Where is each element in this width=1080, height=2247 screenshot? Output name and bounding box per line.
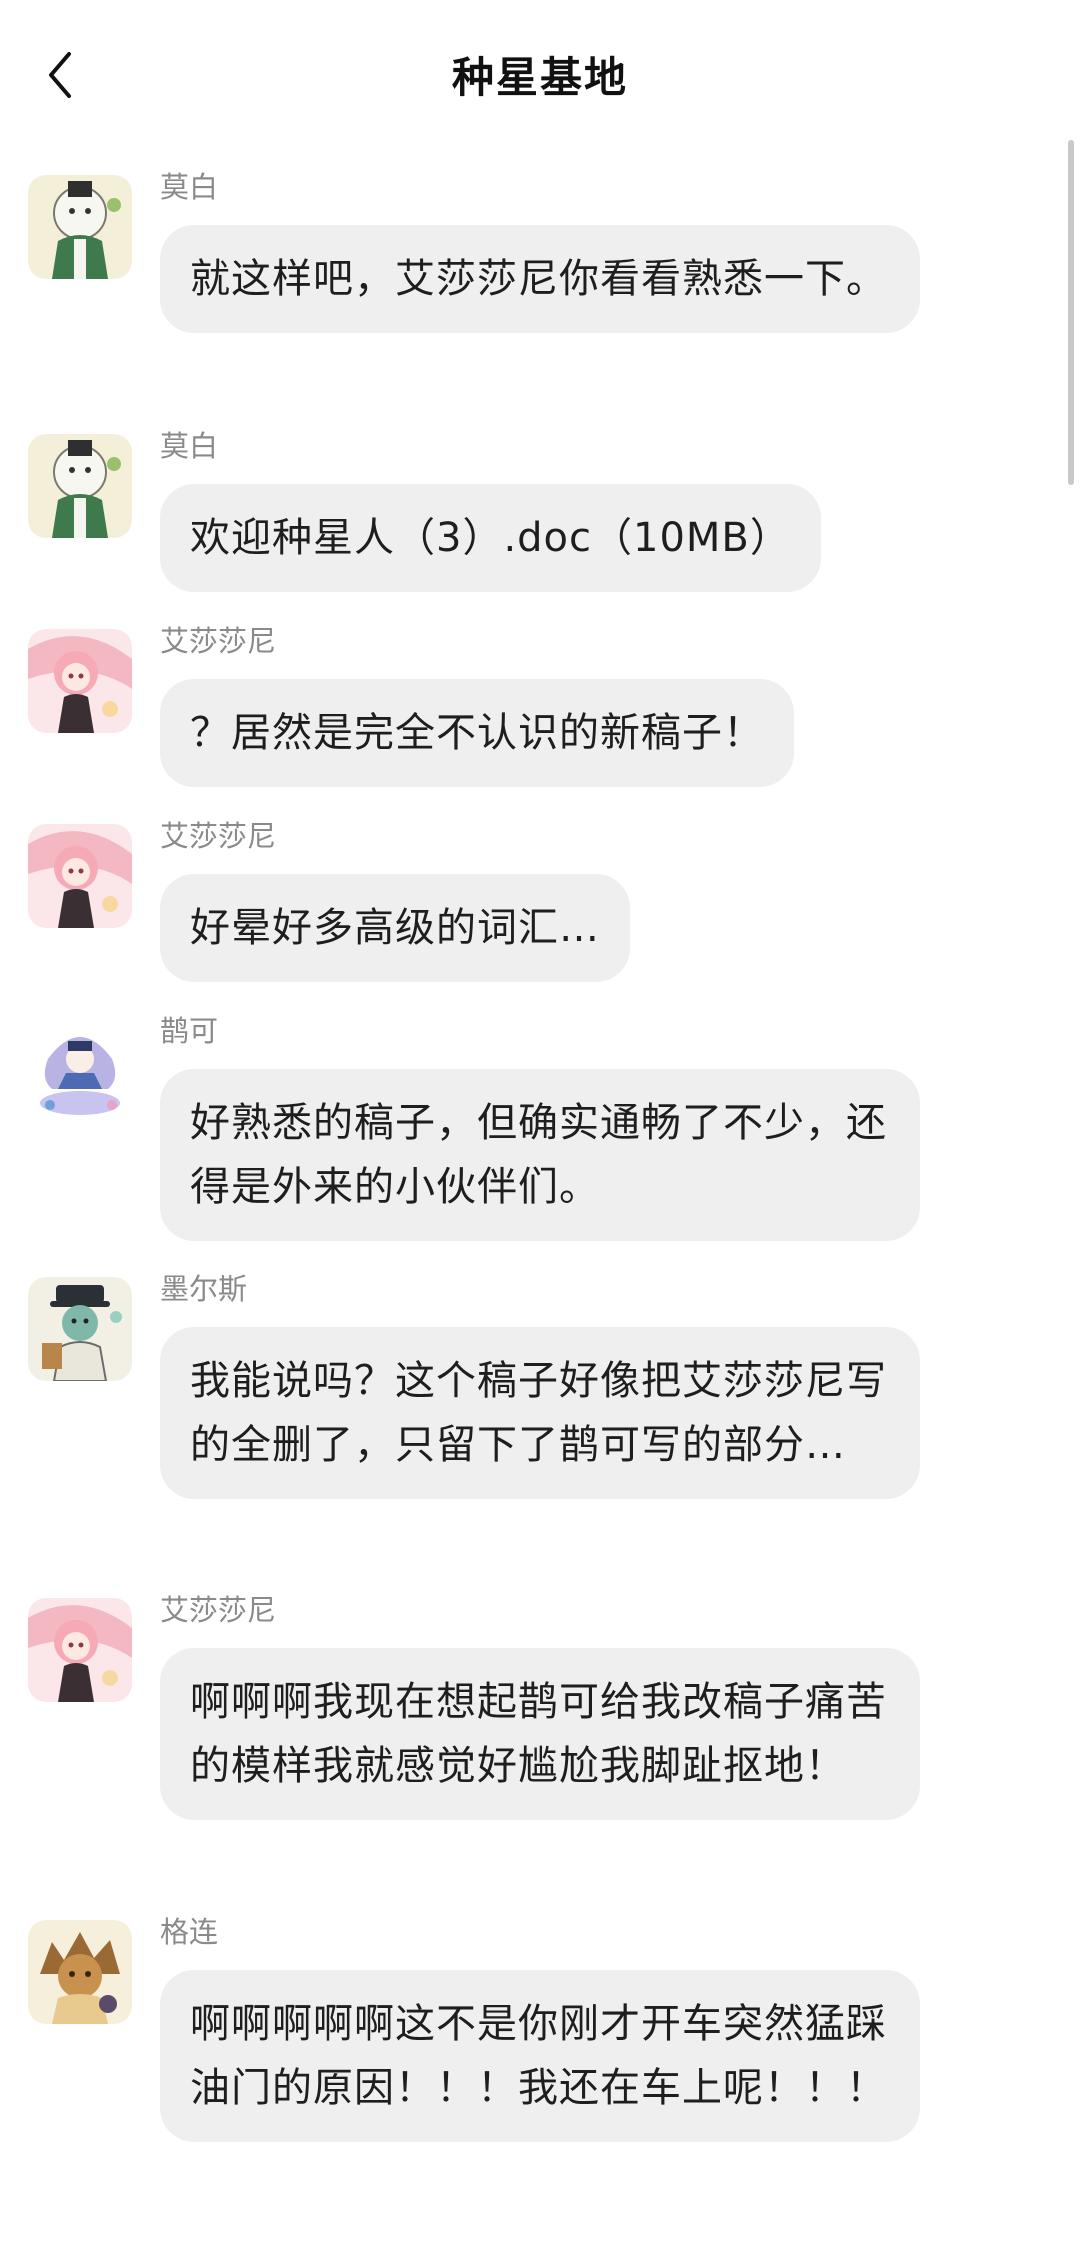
- sender-name: 艾莎莎尼: [160, 624, 277, 658]
- avatar[interactable]: [28, 1277, 132, 1381]
- queke-avatar-icon: [28, 1019, 132, 1123]
- avatar[interactable]: [28, 1019, 132, 1123]
- sender-name: 鹊可: [160, 1014, 219, 1048]
- avatar[interactable]: [28, 434, 132, 538]
- sender-name: 格连: [160, 1915, 219, 1949]
- avatar[interactable]: [28, 1598, 132, 1702]
- message-bubble[interactable]: 好晕好多高级的词汇…: [160, 874, 630, 982]
- sender-name: 莫白: [160, 429, 219, 463]
- sender-name: 艾莎莎尼: [160, 819, 277, 853]
- gelian-avatar-icon: [28, 1920, 132, 2024]
- file-message-bubble[interactable]: 欢迎种星人（3）.doc（10MB）: [160, 484, 821, 592]
- moersi-avatar-icon: [28, 1277, 132, 1381]
- sender-name: 艾莎莎尼: [160, 1593, 277, 1627]
- message-bubble[interactable]: 我能说吗？这个稿子好像把艾莎莎尼写的全删了，只留下了鹊可写的部分…: [160, 1327, 920, 1499]
- avatar[interactable]: [28, 1920, 132, 2024]
- message-bubble[interactable]: 啊啊啊我现在想起鹊可给我改稿子痛苦的模样我就感觉好尴尬我脚趾抠地！: [160, 1648, 920, 1820]
- avatar[interactable]: [28, 629, 132, 733]
- aishashani-avatar-icon: [28, 629, 132, 733]
- page-title: 种星基地: [451, 53, 628, 102]
- mobai-avatar-icon: [28, 175, 132, 279]
- scrollbar[interactable]: [1068, 140, 1074, 485]
- message-bubble[interactable]: 就这样吧，艾莎莎尼你看看熟悉一下。: [160, 225, 920, 333]
- avatar[interactable]: [28, 175, 132, 279]
- avatar[interactable]: [28, 824, 132, 928]
- header-bar: 种星基地: [0, 0, 1080, 150]
- sender-name: 墨尔斯: [160, 1272, 248, 1306]
- aishashani-avatar-icon: [28, 1598, 132, 1702]
- sender-name: 莫白: [160, 170, 219, 204]
- message-bubble[interactable]: 啊啊啊啊啊这不是你刚才开车突然猛踩油门的原因！！！我还在车上呢！！！: [160, 1970, 920, 2142]
- mobai-avatar-icon: [28, 434, 132, 538]
- aishashani-avatar-icon: [28, 824, 132, 928]
- message-bubble[interactable]: 好熟悉的稿子，但确实通畅了不少，还得是外来的小伙伴们。: [160, 1069, 920, 1241]
- message-bubble[interactable]: ？居然是完全不认识的新稿子！: [160, 679, 794, 787]
